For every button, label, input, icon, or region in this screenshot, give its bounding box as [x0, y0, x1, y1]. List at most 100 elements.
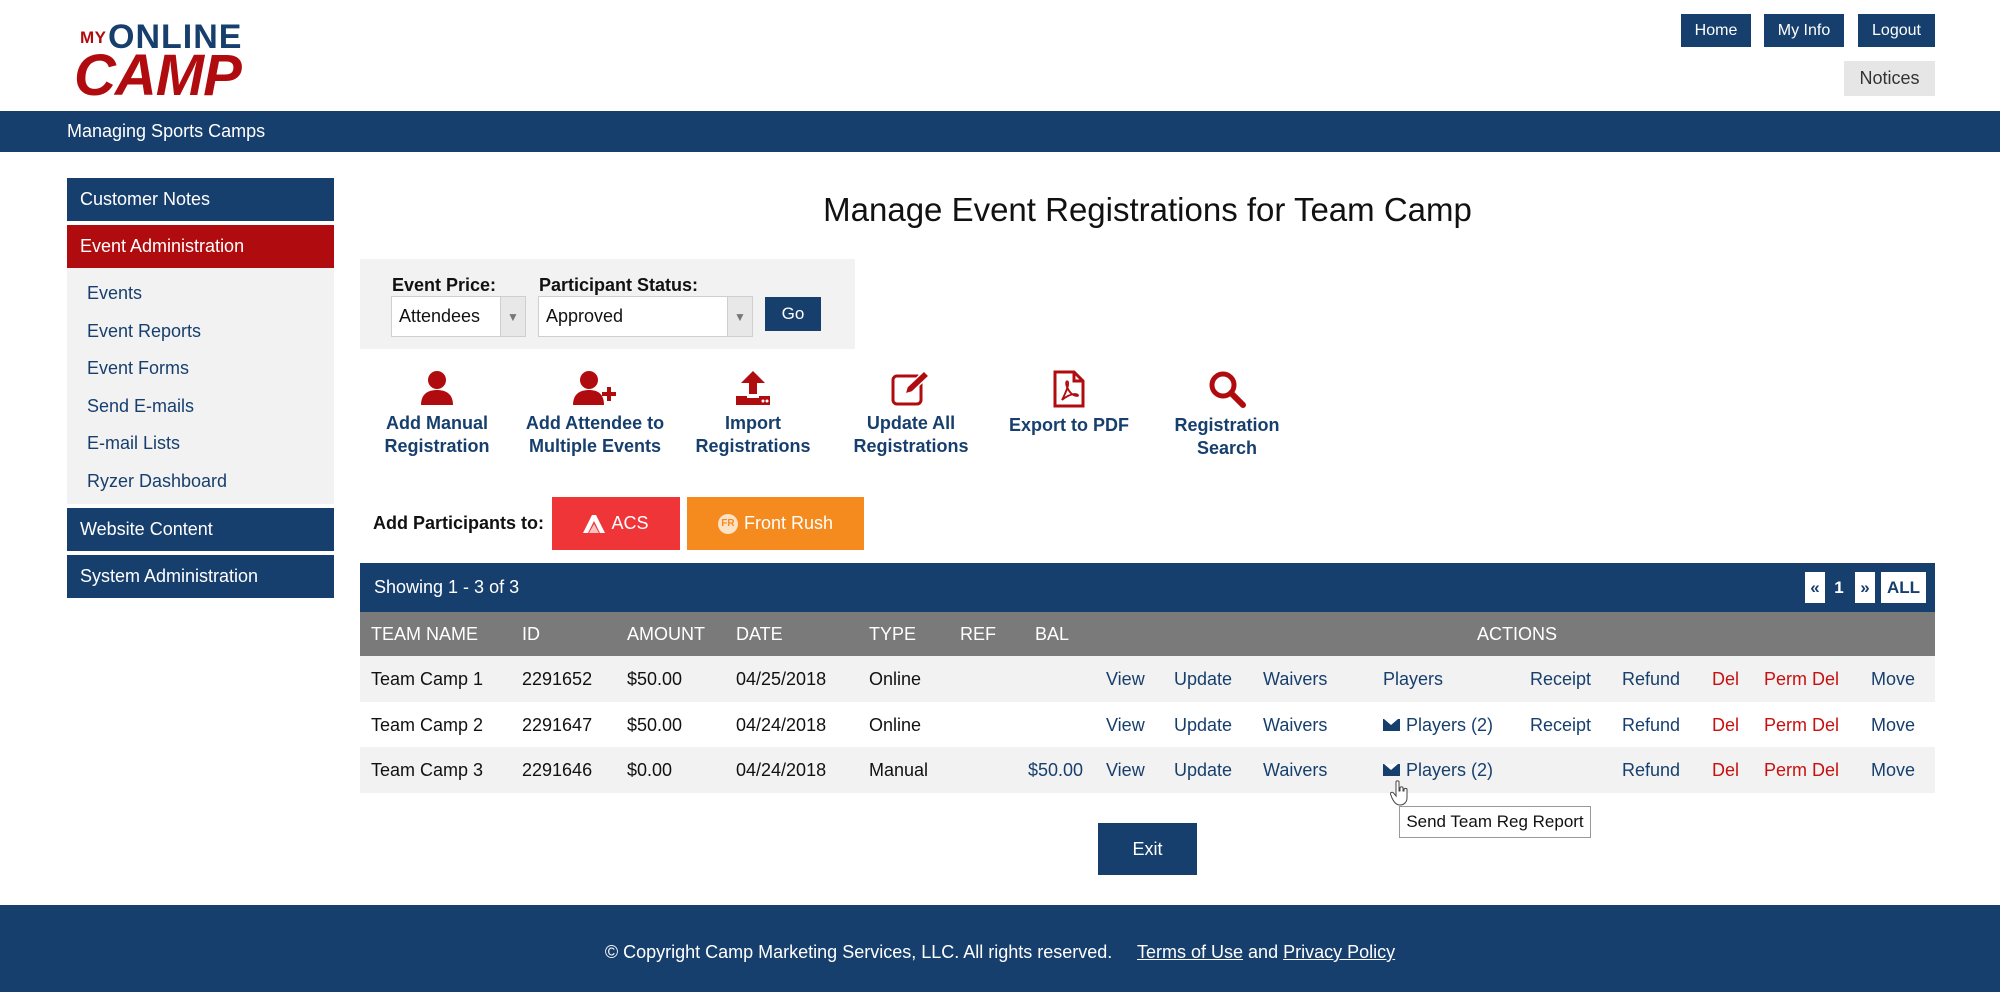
sidebar: Customer Notes Event Administration Even…: [67, 178, 334, 602]
refund-link[interactable]: Refund: [1622, 669, 1680, 690]
add-manual-registration-action[interactable]: Add Manual Registration: [362, 370, 512, 458]
view-link[interactable]: View: [1106, 715, 1145, 736]
logo-camp: CAMP: [74, 43, 242, 108]
participant-status-value: Approved: [546, 306, 624, 326]
update-link[interactable]: Update: [1174, 669, 1232, 690]
sidebar-event-administration[interactable]: Event Administration: [67, 225, 334, 268]
update-all-registrations-action[interactable]: Update All Registrations: [836, 370, 986, 458]
registration-search-action[interactable]: Registration Search: [1152, 370, 1302, 460]
move-link[interactable]: Move: [1871, 760, 1915, 781]
banner-title: Managing Sports Camps: [67, 121, 266, 141]
pdf-icon: [1053, 370, 1085, 408]
sidebar-item-events[interactable]: Events: [67, 275, 334, 313]
filter-panel: Event Price: Attendees ▼ Participant Sta…: [360, 259, 855, 349]
acs-button[interactable]: ACS: [552, 497, 680, 550]
cell-type: Online: [869, 669, 922, 689]
privacy-policy-link[interactable]: Privacy Policy: [1283, 942, 1395, 962]
perm-del-link[interactable]: Perm Del: [1764, 715, 1839, 736]
del-link[interactable]: Del: [1712, 715, 1739, 736]
table-row: Team Camp 2 2291647 $50.00 04/24/2018 On…: [360, 702, 1935, 748]
import-registrations-action[interactable]: Import Registrations: [678, 370, 828, 458]
prev-page-button[interactable]: «: [1805, 572, 1825, 603]
export-to-pdf-action[interactable]: Export to PDF: [994, 370, 1144, 437]
sidebar-system-administration[interactable]: System Administration: [67, 554, 334, 598]
cell-id: 2291646: [522, 760, 593, 780]
waivers-link[interactable]: Waivers: [1263, 715, 1327, 736]
home-button[interactable]: Home: [1681, 14, 1751, 47]
sidebar-item-email-lists[interactable]: E-mail Lists: [67, 425, 334, 463]
user-plus-icon: [573, 371, 616, 405]
participant-status-select[interactable]: Approved ▼: [538, 296, 753, 337]
perm-del-link[interactable]: Perm Del: [1764, 669, 1839, 690]
waivers-link[interactable]: Waivers: [1263, 669, 1327, 690]
players-email-link[interactable]: Players (2): [1383, 760, 1493, 781]
move-link[interactable]: Move: [1871, 715, 1915, 736]
balance-link[interactable]: $50.00: [1028, 760, 1083, 781]
cell-team: Team Camp 2: [371, 714, 484, 735]
sidebar-item-ryzer-dashboard[interactable]: Ryzer Dashboard: [67, 463, 334, 501]
view-link[interactable]: View: [1106, 760, 1145, 781]
action-label: Import Registrations: [695, 413, 811, 456]
table-header: TEAM NAME ID AMOUNT DATE TYPE REF BAL AC…: [360, 612, 1935, 656]
notices-button[interactable]: Notices: [1844, 61, 1935, 96]
add-attendee-multiple-events-action[interactable]: Add Attendee to Multiple Events: [520, 370, 670, 458]
players-count: Players (2): [1406, 714, 1494, 735]
del-link[interactable]: Del: [1712, 669, 1739, 690]
terms-of-use-link[interactable]: Terms of Use: [1137, 942, 1243, 962]
sidebar-item-send-emails[interactable]: Send E-mails: [67, 388, 334, 426]
cell-type: Online: [869, 714, 922, 735]
sidebar-event-admin-submenu: Events Event Reports Event Forms Send E-…: [67, 268, 334, 504]
add-participants-label: Add Participants to:: [373, 513, 545, 533]
sidebar-customer-notes[interactable]: Customer Notes: [67, 178, 334, 221]
waivers-link[interactable]: Waivers: [1263, 760, 1327, 781]
tooltip: Send Team Reg Report: [1399, 806, 1591, 838]
banner-bar: Managing Sports Camps: [0, 111, 2000, 152]
exit-button[interactable]: Exit: [1098, 823, 1197, 875]
col-ref: REF: [960, 624, 996, 644]
action-label: Add Attendee to Multiple Events: [525, 413, 665, 456]
sidebar-website-content[interactable]: Website Content: [67, 507, 334, 551]
sidebar-item-event-forms[interactable]: Event Forms: [67, 350, 334, 388]
update-link[interactable]: Update: [1174, 760, 1232, 781]
view-link[interactable]: View: [1106, 669, 1145, 690]
front-rush-label: Front Rush: [743, 513, 834, 533]
col-amount: AMOUNT: [627, 624, 705, 644]
acs-label: ACS: [611, 513, 649, 533]
table-row: Team Camp 1 2291652 $50.00 04/25/2018 On…: [360, 656, 1935, 702]
front-rush-button[interactable]: FR Front Rush: [687, 497, 864, 550]
cell-id: 2291652: [522, 669, 593, 689]
logout-button[interactable]: Logout: [1858, 14, 1935, 47]
players-email-link[interactable]: Players (2): [1383, 715, 1493, 736]
cell-team: Team Camp 1: [371, 669, 484, 689]
perm-del-link[interactable]: Perm Del: [1764, 760, 1839, 781]
cell-date: 04/25/2018: [736, 669, 827, 689]
players-link[interactable]: Players: [1383, 669, 1443, 690]
refund-link[interactable]: Refund: [1622, 760, 1680, 781]
front-rush-logo-icon: FR: [717, 513, 738, 534]
cell-amount: $0.00: [627, 760, 673, 780]
my-info-button[interactable]: My Info: [1764, 14, 1844, 47]
current-page[interactable]: 1: [1828, 572, 1850, 603]
acs-logo-icon: [583, 514, 606, 533]
event-price-value: Attendees: [399, 306, 481, 326]
receipt-link[interactable]: Receipt: [1530, 669, 1591, 690]
update-link[interactable]: Update: [1174, 715, 1232, 736]
event-price-select[interactable]: Attendees ▼: [391, 296, 526, 337]
table-toolbar: Showing 1 - 3 of 3 « 1 » ALL: [360, 563, 1935, 612]
players-count: Players (2): [1406, 760, 1494, 780]
cell-team: Team Camp 3: [371, 760, 484, 780]
copyright-text: © Copyright Camp Marketing Services, LLC…: [604, 942, 1113, 962]
site-logo[interactable]: MY ONLINE CAMP: [74, 18, 260, 108]
action-label: Update All Registrations: [853, 413, 969, 456]
receipt-link[interactable]: Receipt: [1530, 715, 1591, 736]
refund-link[interactable]: Refund: [1622, 715, 1680, 736]
move-link[interactable]: Move: [1871, 669, 1915, 690]
show-all-button[interactable]: ALL: [1881, 572, 1926, 603]
next-page-button[interactable]: »: [1855, 572, 1875, 603]
action-label: Export to PDF: [1009, 415, 1129, 435]
del-link[interactable]: Del: [1712, 760, 1739, 781]
cell-amount: $50.00: [627, 714, 683, 735]
go-button[interactable]: Go: [765, 297, 821, 331]
sidebar-item-event-reports[interactable]: Event Reports: [67, 313, 334, 351]
participant-status-label: Participant Status:: [539, 275, 699, 295]
